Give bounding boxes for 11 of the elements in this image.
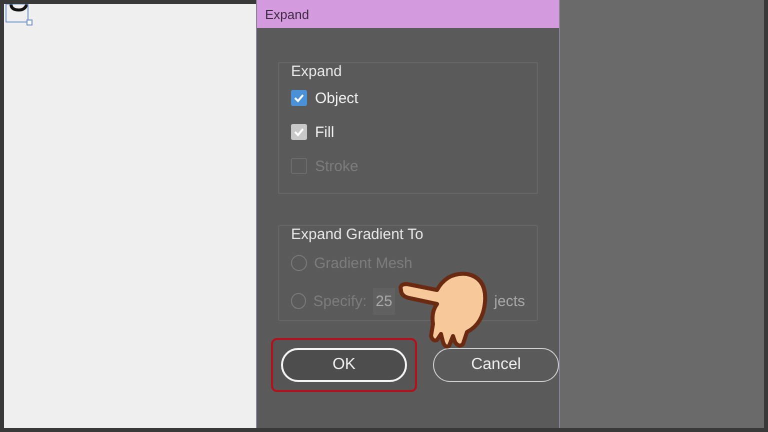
ok-button[interactable]: OK: [281, 348, 407, 382]
cancel-button[interactable]: Cancel: [433, 348, 559, 382]
checkbox[interactable]: [291, 124, 307, 140]
dialog-title: Expand: [265, 6, 310, 22]
checkbox-label: Fill: [315, 124, 334, 140]
checkbox-label: Object: [315, 90, 358, 106]
check-icon: [293, 92, 305, 104]
check-icon: [293, 126, 305, 138]
selection-handle-icon: [5, 4, 33, 27]
unit-label: jects: [494, 292, 525, 310]
checkbox[interactable]: [291, 90, 307, 106]
